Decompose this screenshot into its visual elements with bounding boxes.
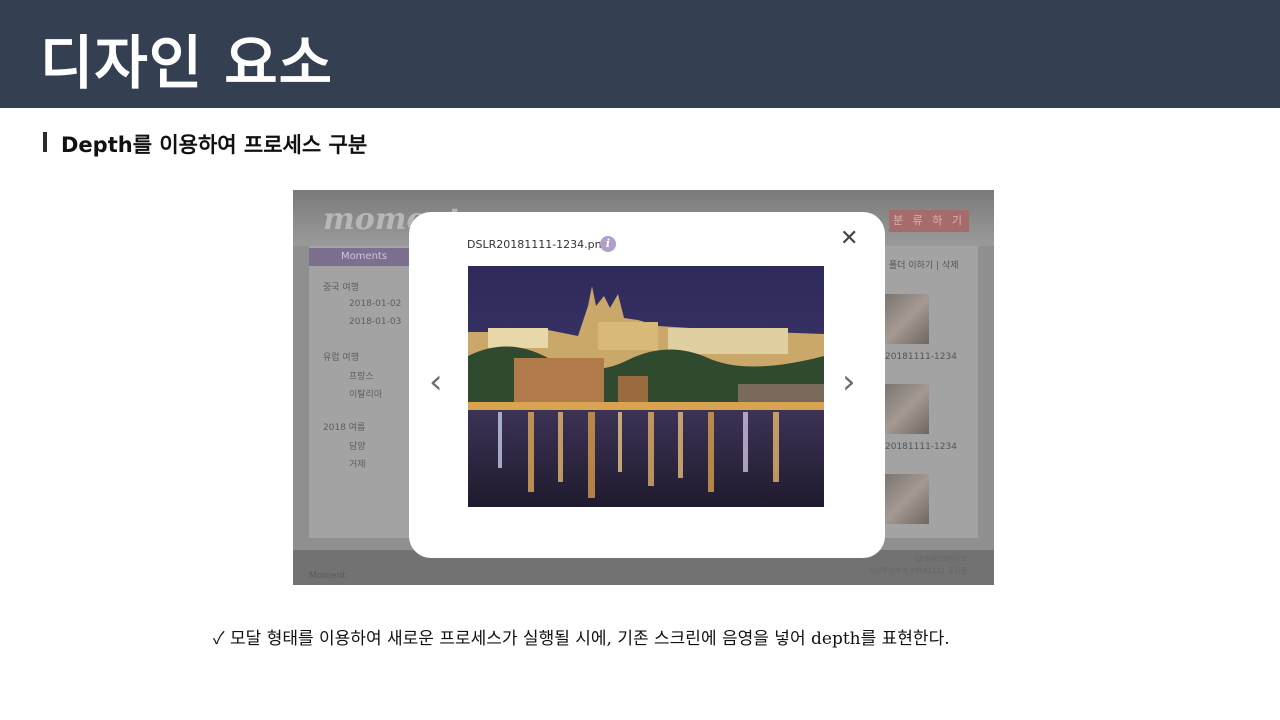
modal-filename: DSLR20181111-1234.png	[467, 238, 609, 251]
slide-title: 디자인 요소	[40, 29, 333, 97]
background-thumbnail	[885, 294, 929, 344]
description-note: ✓ 모달 형태를 이용하여 새로운 프로세스가 실행될 시에, 기존 스크린에 …	[213, 624, 950, 649]
background-thumbnail-caption: 20181111-1234	[885, 352, 957, 362]
night-city-photo	[468, 266, 824, 507]
footer-info-line: 딥러닝대학원강의	[915, 555, 968, 563]
background-thumbnail-caption: 20181111-1234	[885, 442, 957, 452]
background-share-button: 분 류 하 기	[889, 210, 969, 232]
tree-folder: 중국 여행	[323, 283, 359, 293]
tree-item: 이탈리아	[349, 390, 383, 400]
background-thumbnail	[885, 474, 929, 524]
slide-header: 디자인 요소	[0, 0, 1280, 108]
background-footer-brand: Moment	[309, 571, 346, 581]
close-icon[interactable]: ✕	[840, 226, 858, 251]
background-footer-info: 딥러닝대학원강의 정보통신학과 20181111 홍길동	[869, 553, 967, 577]
section-marker	[43, 132, 47, 152]
tree-item: 프랑스	[349, 372, 374, 382]
tree-item: 2018-01-02	[349, 299, 402, 309]
description-text: 모달 형태를 이용하여 새로운 프로세스가 실행될 시에, 기존 스크린에 음영…	[230, 629, 950, 649]
check-icon: ✓	[213, 629, 225, 649]
tree-item: 담양	[349, 442, 366, 452]
background-sidebar-title: Moments	[309, 248, 419, 266]
preview-photo	[468, 266, 824, 507]
chevron-left-icon[interactable]: ‹	[429, 362, 443, 402]
footer-info-line: 정보통신학과 20181111 홍길동	[869, 567, 968, 575]
image-preview-modal: DSLR20181111-1234.png i ✕ ‹ ›	[409, 212, 885, 558]
info-icon[interactable]: i	[600, 236, 616, 252]
tree-item: 거제	[349, 460, 366, 470]
chevron-right-icon[interactable]: ›	[842, 362, 856, 402]
tree-item: 2018-01-03	[349, 317, 402, 327]
tree-folder: 2018 여름	[323, 423, 366, 433]
background-gallery-links: | 폴더 이하기 | 삭제	[883, 261, 959, 271]
app-screenshot: moment 분 류 하 기 Moments 중국 여행 2018-01-02 …	[293, 190, 994, 585]
tree-folder: 유럽 여행	[323, 353, 359, 363]
background-thumbnail	[885, 384, 929, 434]
section-title: Depth를 이용하여 프로세스 구분	[61, 133, 368, 157]
